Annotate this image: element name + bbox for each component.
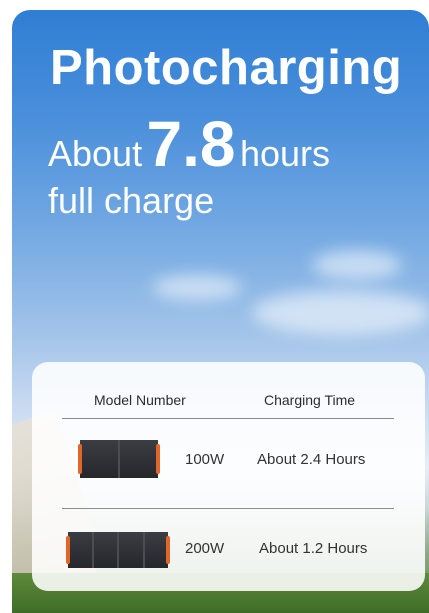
full-charge-text: full charge <box>48 180 215 221</box>
header-model-number: Model Number <box>94 392 186 408</box>
panel-segment <box>144 532 168 568</box>
panel-segment <box>120 440 158 478</box>
model-cell: 100W <box>185 451 225 468</box>
time-cell: About 1.2 Hours <box>259 540 368 557</box>
header-charging-time: Charging Time <box>264 392 356 408</box>
about-text: About <box>48 133 143 174</box>
header-divider <box>62 418 394 419</box>
solar-panel-100w-icon <box>78 440 160 478</box>
cloud <box>252 290 429 335</box>
panel-segment <box>80 440 120 478</box>
promo-card: Photocharging About 7.8 hours full charg… <box>12 10 429 613</box>
row-divider <box>62 508 394 509</box>
panel-segment <box>119 532 145 568</box>
panel-segment <box>93 532 119 568</box>
cloud <box>152 275 242 300</box>
hours-text: hours <box>239 133 331 174</box>
charge-time-line: About 7.8 hours <box>48 112 330 176</box>
page-title: Photocharging <box>50 41 403 95</box>
model-cell: 200W <box>185 540 225 557</box>
time-cell: About 2.4 Hours <box>257 451 366 468</box>
panel-segment <box>68 532 94 568</box>
hours-number: 7.8 <box>146 108 236 180</box>
cloud <box>312 250 402 280</box>
solar-panel-200w-icon <box>66 532 170 568</box>
charging-table: Model Number Charging Time 100W About 2.… <box>32 362 425 591</box>
